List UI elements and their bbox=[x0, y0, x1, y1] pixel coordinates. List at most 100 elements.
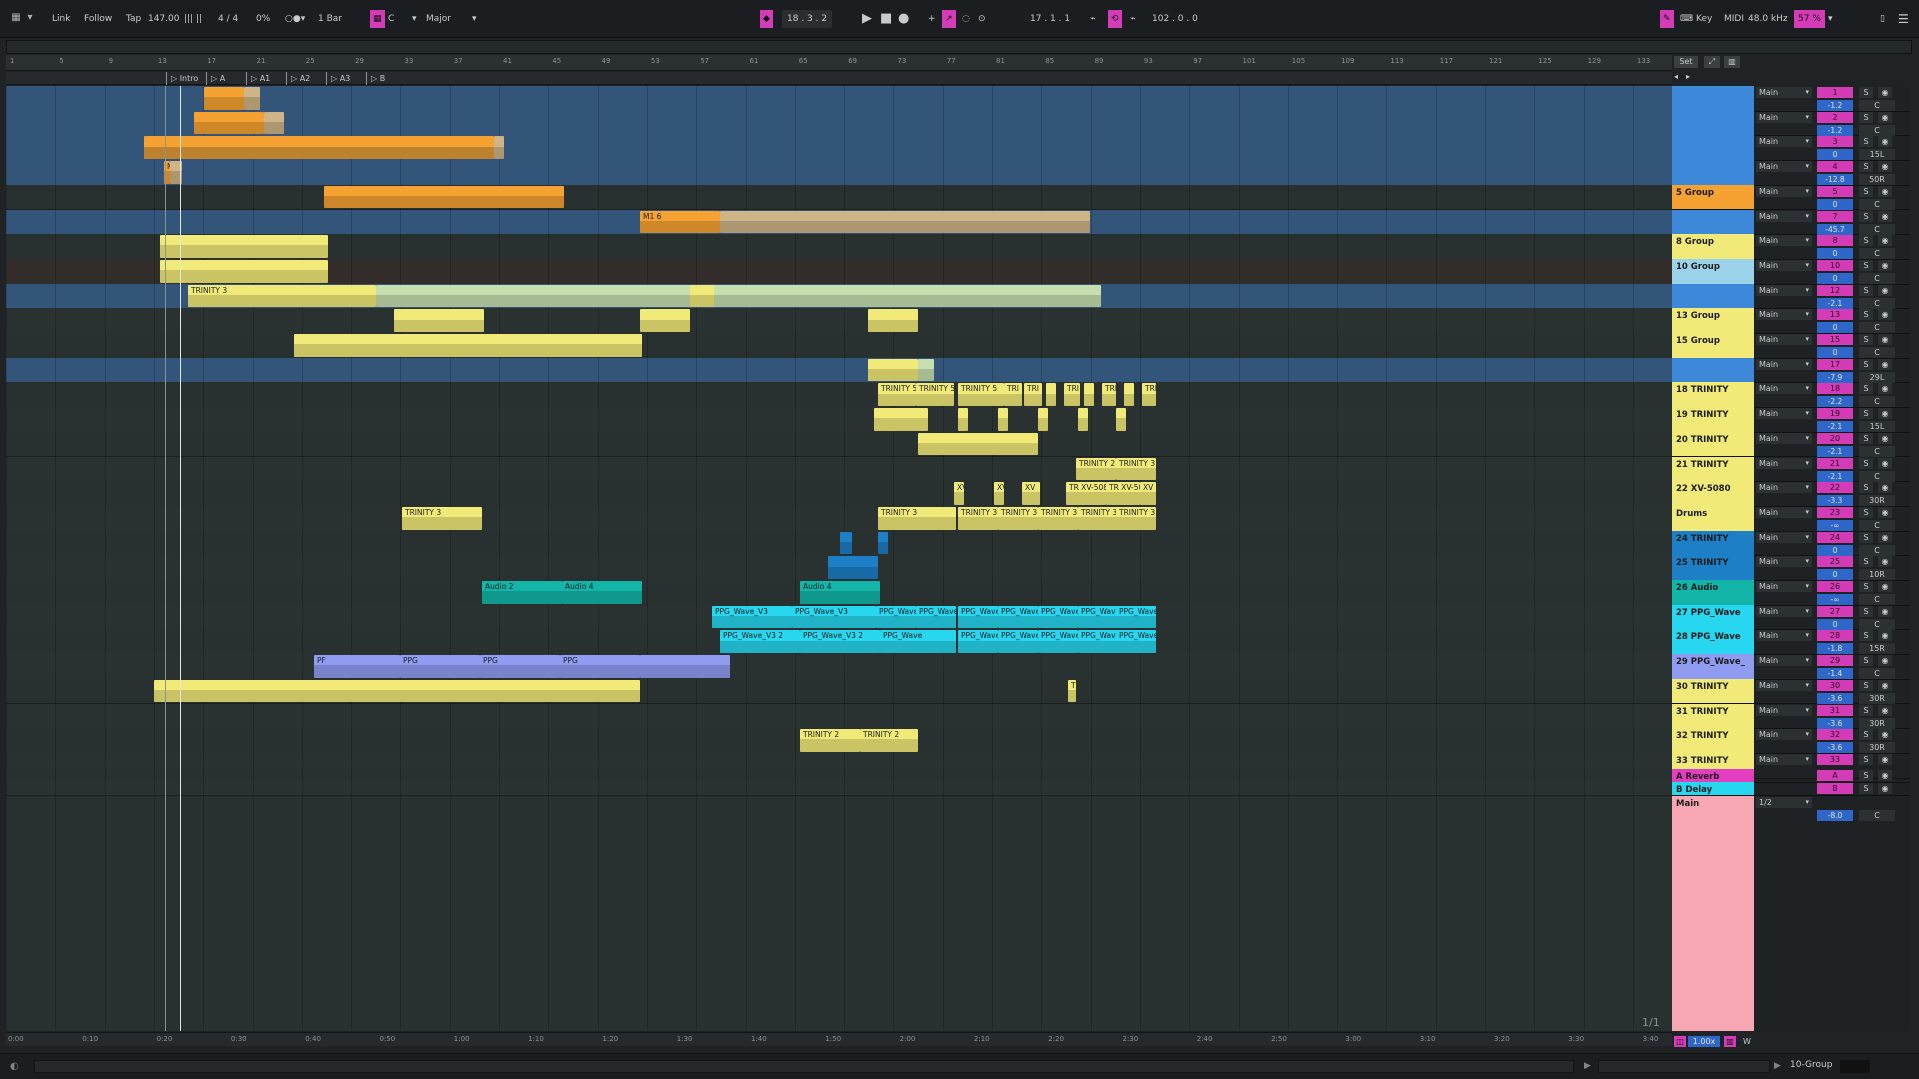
volume-field[interactable]: -2.2 bbox=[1817, 396, 1853, 408]
track-header[interactable]: 5 GroupMain 50SC◉ bbox=[1672, 184, 1910, 211]
track-header[interactable]: DrumsMain 23-∞ SC◉ bbox=[1672, 505, 1910, 532]
track-header[interactable]: 27 PPG_WaveMain 270SC◉ bbox=[1672, 604, 1910, 631]
track-header[interactable]: A Reverb A S ◉ bbox=[1672, 768, 1910, 783]
track-activator-button[interactable]: 8 bbox=[1817, 235, 1853, 247]
solo-button[interactable]: S bbox=[1859, 432, 1873, 444]
beat-time-ruler[interactable]: 1 5 9 13 17 21 25 29 33 37 41 45 49 53 57 61 65 69 73 77 81 8… bbox=[6, 55, 1672, 71]
track-lane[interactable] bbox=[6, 407, 1672, 433]
track-activator-button[interactable]: 19 bbox=[1817, 408, 1853, 420]
volume-field[interactable]: -7.9 bbox=[1817, 371, 1853, 383]
solo-button[interactable]: S bbox=[1859, 210, 1873, 222]
solo-button[interactable]: S bbox=[1859, 506, 1873, 518]
output-routing-dropdown[interactable]: Main bbox=[1756, 185, 1812, 197]
arm-button[interactable]: ◉ bbox=[1878, 185, 1892, 197]
output-routing-dropdown[interactable]: Main bbox=[1756, 729, 1812, 741]
clip[interactable]: TRINITY 3 bbox=[1116, 457, 1156, 481]
track-name[interactable] bbox=[1672, 357, 1754, 383]
clip[interactable] bbox=[1046, 383, 1056, 407]
arm-button[interactable]: ◉ bbox=[1878, 432, 1892, 444]
output-routing-dropdown[interactable]: Main bbox=[1756, 334, 1812, 345]
track-lane[interactable] bbox=[6, 456, 1672, 483]
solo-button[interactable]: S bbox=[1859, 782, 1873, 794]
volume-field[interactable]: -1.8 bbox=[1817, 643, 1853, 655]
volume-field[interactable]: 0 bbox=[1817, 347, 1853, 358]
clip[interactable]: TRINITY 2 bbox=[860, 729, 918, 752]
nudge-buttons[interactable]: ||| || bbox=[184, 10, 202, 28]
track-name[interactable]: 27 PPG_Wave bbox=[1672, 604, 1754, 630]
track-header[interactable]: 19 TRINITYMain 19-2.1 S15L◉ bbox=[1672, 407, 1910, 433]
clip[interactable] bbox=[204, 87, 244, 110]
track-name[interactable]: 5 Group bbox=[1672, 184, 1754, 210]
clip[interactable]: PPG bbox=[400, 655, 480, 678]
track-activator-button[interactable]: 29 bbox=[1817, 655, 1853, 667]
track-lane[interactable] bbox=[6, 654, 1672, 680]
pan-field[interactable]: 15L bbox=[1859, 421, 1895, 433]
volume-field[interactable]: -∞ bbox=[1817, 594, 1853, 605]
track-name[interactable]: 29 PPG_Wave_ bbox=[1672, 654, 1754, 679]
pan-field[interactable]: C bbox=[1859, 297, 1895, 309]
clip[interactable]: PPG_Wave bbox=[1078, 605, 1118, 629]
clip[interactable]: PPG_Wave bbox=[998, 605, 1038, 629]
track-header[interactable]: 24 TRINITYMain 240SC◉ bbox=[1672, 530, 1910, 557]
clip[interactable] bbox=[998, 408, 1008, 431]
clip[interactable] bbox=[640, 655, 730, 678]
volume-field[interactable]: 0 bbox=[1817, 272, 1853, 284]
clip[interactable]: PPG_Wave bbox=[958, 605, 998, 629]
clip[interactable]: PPG bbox=[480, 655, 560, 678]
clip[interactable]: PPG_Wave bbox=[958, 630, 998, 654]
solo-button[interactable]: S bbox=[1859, 259, 1873, 271]
pan-field[interactable]: C bbox=[1859, 445, 1895, 457]
overdub-icon[interactable]: + bbox=[928, 10, 936, 28]
arm-button[interactable]: ◉ bbox=[1878, 581, 1892, 592]
arm-button[interactable]: ◉ bbox=[1878, 655, 1892, 667]
clip[interactable]: TRINITY 3 bbox=[1078, 506, 1118, 530]
record-icon[interactable]: ● bbox=[898, 10, 909, 28]
arm-button[interactable]: ◉ bbox=[1878, 457, 1892, 469]
track-header[interactable]: Main 12-2.1 SC◉ bbox=[1672, 283, 1910, 310]
output-routing-dropdown[interactable]: Main bbox=[1756, 111, 1812, 123]
track-activator-button[interactable]: 3 bbox=[1817, 136, 1853, 148]
solo-button[interactable]: S bbox=[1859, 185, 1873, 197]
volume-field[interactable]: -3.6 bbox=[1817, 717, 1853, 729]
pan-field[interactable]: C bbox=[1859, 668, 1895, 680]
play-clip-icon[interactable]: ▶ bbox=[1584, 1061, 1591, 1071]
capture-icon[interactable]: ◌ bbox=[962, 10, 970, 28]
solo-button[interactable]: S bbox=[1859, 753, 1873, 765]
locator-lane[interactable]: ▷ Intro ▷ A ▷ A1 ▷ A2 ▷ A3 ▷ B bbox=[6, 72, 1672, 85]
clip[interactable]: TRINITY 2 bbox=[800, 729, 860, 752]
output-routing-dropdown[interactable]: Main bbox=[1756, 531, 1812, 543]
track-activator-button[interactable]: 21 bbox=[1817, 457, 1853, 469]
chevron-down-icon[interactable]: ▾ bbox=[1828, 10, 1833, 28]
solo-button[interactable]: S bbox=[1859, 87, 1873, 98]
track-name[interactable]: Main bbox=[1672, 795, 1754, 1031]
volume-field[interactable]: -1.2 bbox=[1817, 124, 1853, 136]
track-activator-button[interactable]: 2 bbox=[1817, 111, 1853, 123]
loop-start-field[interactable]: 17 . 1 . 1 bbox=[1030, 10, 1070, 28]
track-header[interactable]: 13 GroupMain 130SC◉ bbox=[1672, 308, 1910, 334]
clip[interactable]: TRI bbox=[1102, 383, 1116, 407]
arm-button[interactable]: ◉ bbox=[1878, 136, 1892, 148]
pan-field[interactable]: C bbox=[1859, 519, 1895, 531]
track-activator-button[interactable]: 12 bbox=[1817, 284, 1853, 296]
volume-field[interactable]: -∞ bbox=[1817, 519, 1853, 531]
clip[interactable]: M1 6 bbox=[640, 210, 720, 234]
solo-button[interactable]: S bbox=[1859, 284, 1873, 296]
pan-field[interactable]: 30R bbox=[1859, 692, 1895, 704]
track-lane[interactable] bbox=[6, 357, 1672, 384]
volume-field[interactable]: -45.7 bbox=[1817, 223, 1853, 235]
automation-arm-icon[interactable]: ↗ bbox=[942, 10, 956, 28]
clip[interactable] bbox=[1116, 408, 1126, 431]
track-activator-button[interactable]: 18 bbox=[1817, 383, 1853, 395]
track-lane[interactable] bbox=[6, 382, 1672, 409]
track-lane[interactable] bbox=[6, 505, 1672, 532]
clip[interactable] bbox=[958, 408, 968, 431]
solo-button[interactable]: S bbox=[1859, 531, 1873, 543]
clip[interactable] bbox=[840, 531, 852, 555]
output-routing-dropdown[interactable]: Main bbox=[1756, 284, 1812, 296]
track-name[interactable]: 28 PPG_Wave bbox=[1672, 629, 1754, 655]
track-name[interactable]: 30 TRINITY bbox=[1672, 678, 1754, 704]
track-name[interactable]: B Delay bbox=[1672, 781, 1754, 795]
solo-button[interactable]: S bbox=[1859, 383, 1873, 395]
track-header[interactable]: Main 2-1.2 SC◉ bbox=[1672, 110, 1910, 137]
solo-button[interactable]: S bbox=[1859, 769, 1873, 781]
